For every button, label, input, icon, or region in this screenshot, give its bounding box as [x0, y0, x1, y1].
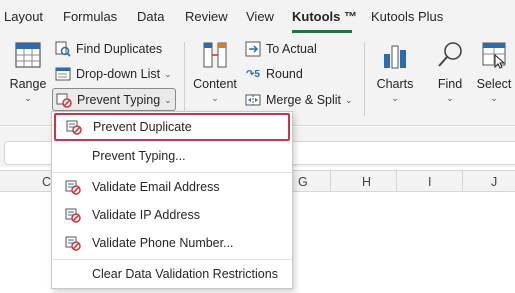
charts-button[interactable]: Charts ⌄	[372, 40, 418, 104]
active-tab-indicator	[292, 30, 352, 33]
prevent-typing-label: Prevent Typing	[77, 93, 161, 107]
tab-layout[interactable]: Layout	[4, 9, 43, 24]
range-icon	[15, 42, 41, 68]
prevent-duplicate-icon	[66, 120, 82, 135]
select-icon	[482, 42, 506, 69]
chevron-down-icon: ⌄	[164, 94, 172, 105]
column-divider	[462, 171, 463, 192]
column-header-h[interactable]: H	[362, 175, 371, 189]
column-header-i[interactable]: I	[428, 175, 431, 189]
find-label: Find	[437, 77, 463, 91]
ribbon-separator	[364, 42, 365, 116]
menu-item-label: Validate IP Address	[92, 208, 200, 222]
column-header-g[interactable]: G	[298, 175, 308, 189]
round-icon: ↷5	[246, 68, 260, 80]
to-actual-button[interactable]: To Actual	[245, 41, 317, 57]
charts-icon	[384, 45, 406, 69]
menu-item-prevent-duplicate[interactable]: Prevent Duplicate	[54, 113, 290, 141]
prevent-typing-button[interactable]: Prevent Typing ⌄	[56, 92, 172, 108]
select-label: Select	[476, 77, 512, 91]
range-button[interactable]: Range ⌄	[8, 40, 48, 104]
chevron-down-icon: ⌄	[391, 93, 399, 103]
round-button[interactable]: ↷5 Round	[245, 66, 303, 82]
menu-item-validate-email[interactable]: Validate Email Address	[53, 174, 292, 200]
column-divider	[330, 171, 331, 192]
menu-item-label: Validate Phone Number...	[92, 236, 234, 250]
find-duplicates-button[interactable]: Find Duplicates	[55, 41, 162, 57]
content-button[interactable]: Content ⌄	[190, 40, 240, 104]
tab-kutools[interactable]: Kutools ™	[292, 9, 357, 24]
chevron-down-icon: ⌄	[24, 93, 32, 103]
menu-item-clear-validation[interactable]: Clear Data Validation Restrictions	[53, 261, 292, 287]
merge-split-button[interactable]: Merge & Split ⌄	[245, 92, 353, 108]
dropdown-list-icon	[55, 66, 71, 82]
column-header-c[interactable]: C	[42, 175, 51, 189]
chevron-down-icon: ⌄	[345, 94, 353, 105]
menu-item-label: Clear Data Validation Restrictions	[92, 267, 278, 281]
find-button[interactable]: Find ⌄	[428, 40, 472, 104]
prevent-typing-menu: Prevent Duplicate Prevent Typing... Vali…	[51, 111, 293, 289]
chevron-down-icon: ⌄	[446, 93, 454, 103]
select-button[interactable]: Select ⌄	[474, 40, 514, 104]
menu-item-label: Prevent Typing...	[92, 149, 186, 163]
menu-item-validate-ip[interactable]: Validate IP Address	[53, 202, 292, 228]
dropdown-list-button[interactable]: Drop-down List ⌄	[55, 66, 172, 82]
content-label: Content	[193, 77, 237, 91]
merge-split-label: Merge & Split	[266, 93, 342, 107]
menu-item-prevent-typing[interactable]: Prevent Typing...	[53, 143, 292, 169]
validate-email-icon	[65, 180, 81, 195]
find-duplicates-label: Find Duplicates	[76, 42, 163, 56]
charts-label: Charts	[376, 77, 414, 91]
column-divider	[396, 171, 397, 192]
to-actual-icon	[245, 41, 261, 57]
to-actual-label: To Actual	[266, 42, 317, 56]
menu-item-label: Prevent Duplicate	[93, 120, 192, 134]
menu-separator	[53, 172, 292, 173]
tab-formulas[interactable]: Formulas	[63, 9, 117, 24]
menu-item-label: Validate Email Address	[92, 180, 220, 194]
tab-kutools-plus[interactable]: Kutools Plus	[371, 9, 443, 24]
ribbon-separator	[184, 42, 185, 116]
tab-view[interactable]: View	[246, 9, 274, 24]
dropdown-list-label: Drop-down List	[76, 67, 161, 81]
content-icon	[203, 42, 227, 68]
ribbon-tab-bar: Layout Formulas Data Review View Kutools…	[0, 0, 515, 34]
tab-review[interactable]: Review	[185, 9, 228, 24]
range-label: Range	[9, 77, 47, 91]
chevron-down-icon: ⌄	[211, 93, 219, 103]
search-icon	[438, 42, 462, 67]
menu-item-validate-phone[interactable]: Validate Phone Number...	[53, 230, 292, 256]
find-duplicates-icon	[55, 41, 71, 57]
menu-separator	[53, 259, 292, 260]
validate-ip-icon	[65, 208, 81, 223]
merge-split-icon	[245, 92, 261, 108]
chevron-down-icon: ⌄	[490, 93, 498, 103]
round-label: Round	[266, 67, 303, 81]
tab-data[interactable]: Data	[137, 9, 164, 24]
prevent-typing-icon	[56, 92, 72, 108]
validate-phone-icon	[65, 236, 81, 251]
chevron-down-icon: ⌄	[164, 68, 172, 79]
column-header-j[interactable]: J	[491, 175, 497, 189]
